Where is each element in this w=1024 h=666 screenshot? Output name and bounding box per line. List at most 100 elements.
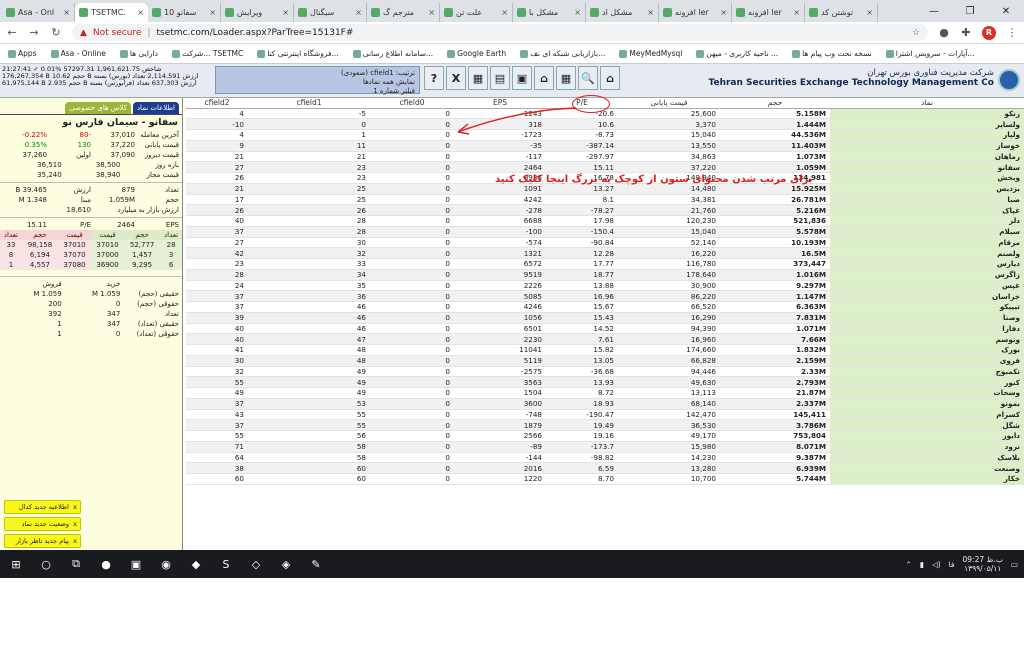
symbol-cell[interactable]: خوساز bbox=[830, 140, 1024, 152]
symbol-cell[interactable]: ولساپر bbox=[830, 118, 1024, 130]
symbol-cell[interactable]: دلر bbox=[830, 215, 1024, 227]
table-row[interactable]: 42 32 0 1321 12.28 16,220 16.5M ولصنم bbox=[186, 247, 1024, 259]
puzzle-icon[interactable]: ✚ bbox=[960, 26, 972, 39]
symbol-cell[interactable]: وصنا bbox=[830, 312, 1024, 324]
close-icon[interactable]: × bbox=[137, 8, 144, 17]
tab-symbol-info[interactable]: اطلاعات نماد bbox=[132, 102, 179, 114]
close-window-button[interactable]: ✕ bbox=[988, 6, 1024, 17]
reload-icon[interactable]: ↻ bbox=[50, 26, 62, 39]
browser-tab[interactable]: سیگنال × bbox=[294, 3, 367, 22]
start-icon[interactable]: ⊞ bbox=[6, 554, 26, 574]
symbol-cell[interactable]: رنکو bbox=[830, 108, 1024, 120]
symbol-cell[interactable]: دیارس bbox=[830, 258, 1024, 270]
browser-tab[interactable]: Asa - Onl × bbox=[2, 3, 75, 22]
symbol-cell[interactable]: دابور bbox=[830, 430, 1024, 442]
table-row[interactable]: 26 26 0 -278 -78.27 21,760 5.216M غپاک bbox=[186, 204, 1024, 216]
symbol-cell[interactable]: سبلام bbox=[830, 226, 1024, 238]
symbol-cell[interactable]: نرود bbox=[830, 441, 1024, 453]
table-row[interactable]: 37 36 0 5085 16.96 86,220 1.147M خراسان bbox=[186, 290, 1024, 302]
column-header-cfield2[interactable]: cfield2 bbox=[186, 98, 248, 109]
symbol-cell[interactable]: ولپار bbox=[830, 129, 1024, 141]
column-header-fa[interactable]: حجم bbox=[720, 98, 830, 109]
toolbar-button[interactable]: 🔍 bbox=[578, 66, 598, 90]
symbol-cell[interactable]: سفانو bbox=[830, 161, 1024, 173]
toolbar-button[interactable]: ⌂ bbox=[600, 66, 620, 90]
table-row[interactable]: -10 0 0 318 10.6 3,370 1.444M ولساپر bbox=[186, 118, 1024, 130]
bookmark-item[interactable]: نسخه تحت وب پیام ها bbox=[792, 49, 872, 58]
table-row[interactable]: 64 58 0 -144 -98.82 14,230 9.387M بلاسک bbox=[186, 452, 1024, 464]
column-header-cfield0[interactable]: cfield0 bbox=[370, 98, 454, 109]
bookmark-item[interactable]: سامانه اطلاع رسانی... bbox=[352, 49, 433, 58]
table-row[interactable]: 43 55 0 -748 -190.47 142,470 145,411 کسرام bbox=[186, 409, 1024, 421]
table-row[interactable]: 37 53 0 3600 18.93 68,140 2.337M بموتو bbox=[186, 398, 1024, 410]
bookmark-item[interactable]: شرکت... TSETMC bbox=[171, 49, 243, 58]
browser-tab[interactable]: افزونه ler × bbox=[732, 3, 805, 22]
symbol-cell[interactable]: غپس bbox=[830, 280, 1024, 292]
toolbar-button[interactable]: ▦ bbox=[556, 66, 576, 90]
table-row[interactable]: 21 21 0 -117 -297.97 34,863 1.073M رماهان bbox=[186, 151, 1024, 163]
firefox-icon[interactable]: ◉ bbox=[156, 554, 176, 574]
table-row[interactable]: 27 23 0 2464 15.11 37,220 1.059M سفانو bbox=[186, 161, 1024, 173]
symbol-cell[interactable]: بورک bbox=[830, 344, 1024, 356]
chevron-up-icon[interactable]: ⌃ bbox=[906, 560, 912, 569]
notification-center-icon[interactable]: ▭ bbox=[1011, 560, 1018, 569]
table-row[interactable]: 4 1 0 -1723 -8.73 15,040 44.536M ولپار bbox=[186, 129, 1024, 141]
column-header-cfield1[interactable]: cfield1 bbox=[248, 98, 370, 109]
close-icon[interactable]: × bbox=[209, 8, 216, 17]
table-row[interactable]: 55 49 0 3563 13.93 49,630 2.793M کنور bbox=[186, 376, 1024, 388]
browser-tab[interactable]: مترجم گ × bbox=[367, 3, 440, 22]
symbol-cell[interactable]: تکمبوج bbox=[830, 366, 1024, 378]
table-row[interactable]: 28 34 0 9519 18.77 178,640 1.016M زاگرس bbox=[186, 269, 1024, 281]
bookmark-item[interactable]: Apps bbox=[8, 49, 37, 58]
search-icon[interactable]: ○ bbox=[36, 554, 56, 574]
browser-tab[interactable]: مشکل اد × bbox=[586, 3, 659, 22]
star-icon[interactable]: ☆ bbox=[912, 28, 920, 38]
network-icon[interactable]: ▮ bbox=[920, 560, 924, 569]
table-row[interactable]: 24 35 0 2226 13.88 30,900 9.297M غپس bbox=[186, 280, 1024, 292]
symbol-cell[interactable]: تیپیکو bbox=[830, 301, 1024, 313]
table-row[interactable]: 37 28 0 -100 -150.4 15,040 5.578M سبلام bbox=[186, 226, 1024, 238]
volume-icon[interactable]: ◁) bbox=[932, 560, 941, 569]
table-row[interactable]: 60 60 0 1220 8.70 10,700 5.744M خکار bbox=[186, 473, 1024, 485]
table-row[interactable]: 55 56 0 2566 19.16 49,170 753,804 دابور bbox=[186, 430, 1024, 442]
symbol-cell[interactable]: ضبا bbox=[830, 194, 1024, 206]
bookmark-item[interactable]: ناحیه کاربری - میهن ... bbox=[696, 49, 778, 58]
close-icon[interactable]: × bbox=[866, 8, 873, 17]
table-row[interactable]: 71 58 0 -89 -173.7 15,980 8.071M نرود bbox=[186, 441, 1024, 453]
clock[interactable]: 09:27 ب.ظ ۱۳۹۹/۰۵/۱۱ bbox=[963, 555, 1003, 573]
bookmark-item[interactable]: فروشگاه اینترنتی کتا... bbox=[257, 49, 339, 58]
browser-tab[interactable]: مشکل با × bbox=[513, 3, 586, 22]
pen-icon[interactable]: ✎ bbox=[306, 554, 326, 574]
symbol-cell[interactable]: مرقام bbox=[830, 237, 1024, 249]
notification-status[interactable]: x وضعیت جدید نماد bbox=[4, 517, 81, 531]
symbol-cell[interactable]: غپاک bbox=[830, 204, 1024, 216]
close-icon[interactable]: × bbox=[501, 8, 508, 17]
toolbar-button[interactable]: ⌂ bbox=[534, 66, 554, 90]
browser-tab[interactable]: ویرایش × bbox=[221, 3, 294, 22]
bookmark-item[interactable]: Google Earth bbox=[447, 49, 506, 58]
close-icon[interactable]: × bbox=[282, 8, 289, 17]
skype-icon[interactable]: S bbox=[216, 554, 236, 574]
table-row[interactable]: 40 46 0 6501 14.52 94,390 1.071M دفارا bbox=[186, 323, 1024, 335]
table-row[interactable]: 41 48 0 11041 15.82 174,660 1.832M بورک bbox=[186, 344, 1024, 356]
column-header-fa[interactable]: قیمت پایانی bbox=[618, 98, 720, 109]
symbol-cell[interactable]: کنور bbox=[830, 376, 1024, 388]
maximize-button[interactable]: ❐ bbox=[952, 6, 988, 17]
symbol-cell[interactable]: وسحات bbox=[830, 387, 1024, 399]
symbol-cell[interactable]: کسرام bbox=[830, 409, 1024, 421]
notification-codal[interactable]: x اطلاعیه جدید کدال bbox=[4, 500, 81, 514]
vscode-icon[interactable]: ◆ bbox=[186, 554, 206, 574]
table-row[interactable]: 27 30 0 -574 -90.84 52,140 10.193M مرقام bbox=[186, 237, 1024, 249]
toolbar-button[interactable]: ▦ bbox=[468, 66, 488, 90]
symbol-cell[interactable]: زاگرس bbox=[830, 269, 1024, 281]
task-view-icon[interactable]: ⧉ bbox=[66, 554, 86, 574]
symbol-cell[interactable]: ونوسم bbox=[830, 333, 1024, 345]
bookmark-item[interactable]: بازاریابی شبکه ای نف... bbox=[520, 49, 605, 58]
symbol-cell[interactable]: فروی bbox=[830, 355, 1024, 367]
tab-private-classes[interactable]: کلاس های خصوصی bbox=[65, 102, 131, 114]
bookmark-item[interactable]: MeyMedMysql bbox=[619, 49, 682, 58]
table-row[interactable]: 40 28 0 6688 17.98 120,230 521,836 دلر bbox=[186, 215, 1024, 227]
toolbar-button[interactable]: ▤ bbox=[490, 66, 510, 90]
browser-tab[interactable]: افزونه ler × bbox=[659, 3, 732, 22]
back-icon[interactable]: ← bbox=[6, 26, 18, 39]
